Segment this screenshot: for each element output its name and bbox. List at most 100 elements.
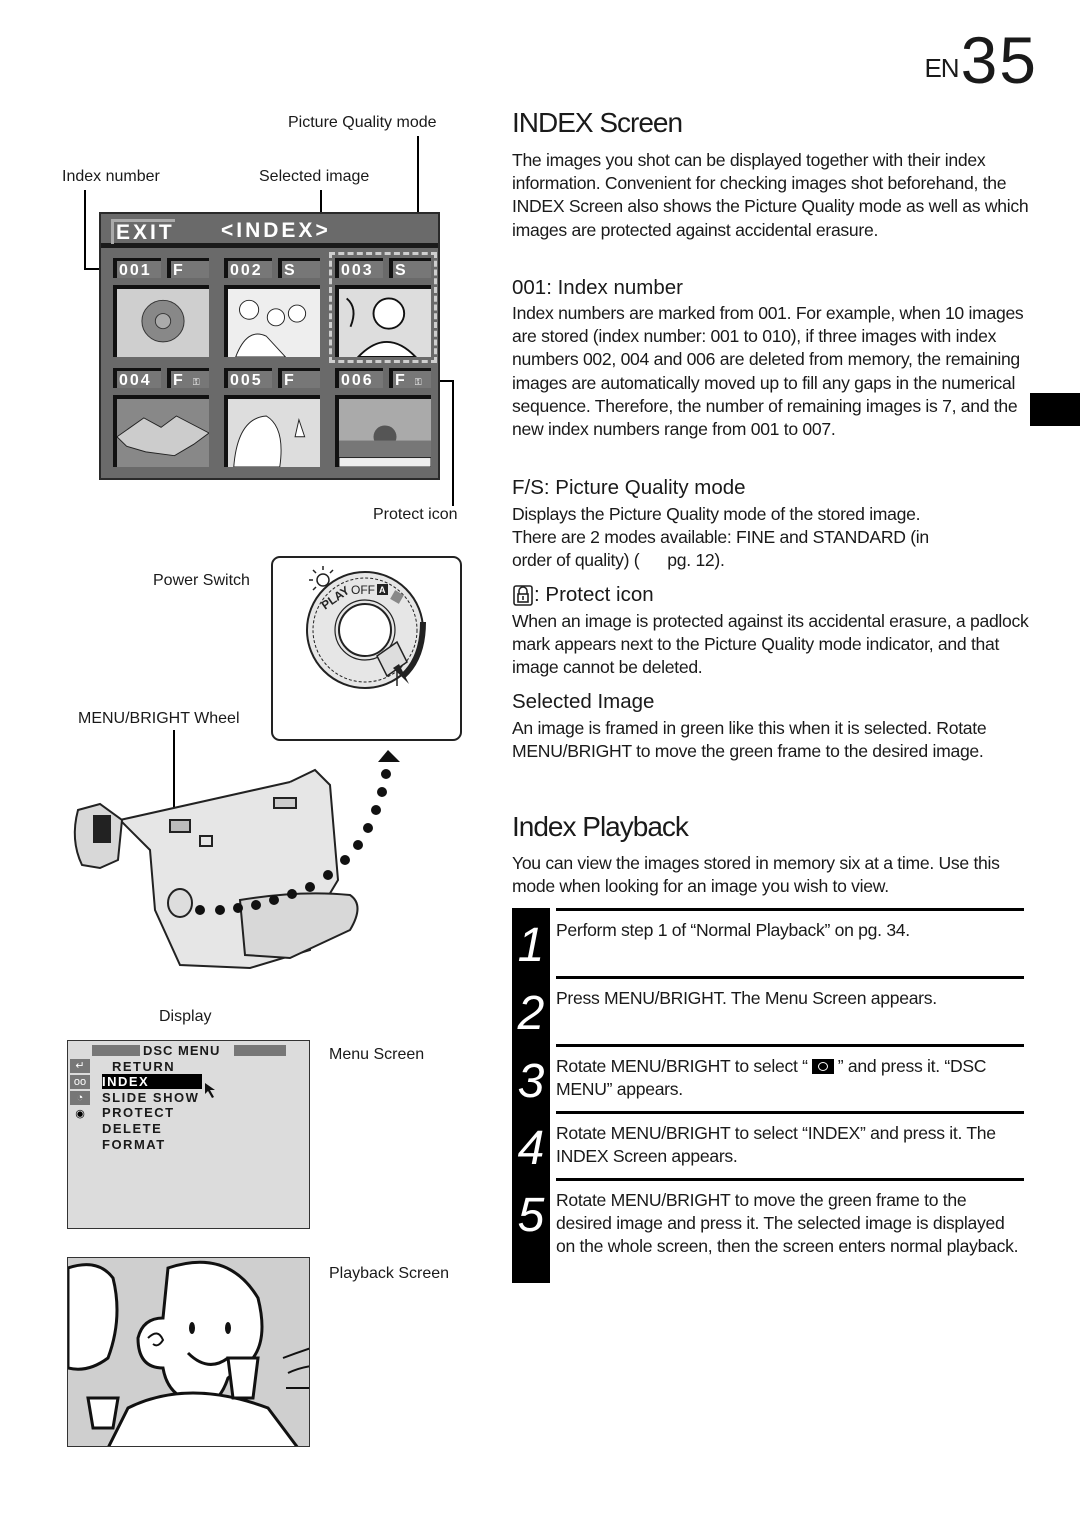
exit-button[interactable]: EXIT — [111, 219, 175, 244]
camera-icon: ◉ — [75, 1108, 85, 1120]
label-protect-icon: Protect icon — [373, 506, 458, 523]
quality-mode-value: F — [284, 372, 296, 389]
power-switch-dial[interactable]: PLAY OFF A — [273, 558, 459, 738]
index-screen-display: EXIT <INDEX> 001 F 002 S 003 S 004 F ⚿ 005 F 006 F ⚿ — [99, 212, 440, 480]
step-number: 3 — [512, 1044, 550, 1111]
selected-image-body: An image is framed in green like this wh… — [512, 718, 987, 762]
step-text: Rotate MENU/BRIGHT to move the green fra… — [556, 1178, 1024, 1283]
label-menu-screen: Menu Screen — [329, 1046, 425, 1063]
chapter-tab — [1030, 393, 1080, 426]
label-picture-quality-mode: Picture Quality mode — [288, 114, 437, 131]
thumbnail-mountains[interactable] — [113, 395, 209, 467]
index-number: 001 — [113, 258, 161, 279]
step-5: 5 Rotate MENU/BRIGHT to move the green f… — [512, 1178, 1024, 1283]
label-menu-bright-wheel: MENU/BRIGHT Wheel — [78, 710, 240, 727]
label-index-number: Index number — [62, 168, 160, 185]
playback-image — [68, 1260, 309, 1446]
padlock-icon — [513, 585, 533, 606]
menu-title-bar: DSC MENU — [68, 1043, 309, 1059]
page-number: EN 35 — [924, 23, 1038, 97]
label-selected-image: Selected image — [259, 168, 370, 185]
index-number: 006 — [335, 368, 383, 389]
page-prefix: EN — [924, 53, 959, 83]
menu-screen-display: DSC MENU ↵ oo ◔ ◉ RETURN INDEX SLIDE SHO… — [67, 1040, 310, 1229]
cursor-arrow-icon — [205, 1083, 215, 1098]
step-3: 3 Rotate MENU/BRIGHT to select “” and pr… — [512, 1044, 1024, 1111]
camcorder-illustration — [73, 750, 400, 970]
index-number: 004 — [113, 368, 161, 389]
step-1: 1 Perform step 1 of “Normal Playback” on… — [512, 908, 1024, 976]
selected-image-heading: Selected Image — [512, 690, 655, 713]
page-number-value: 35 — [960, 23, 1038, 97]
camera-icon — [811, 1059, 834, 1074]
quality-mode-line-3-prefix: order of quality) ( — [512, 550, 640, 571]
step-text: Perform step 1 of “Normal Playback” on p… — [556, 908, 1024, 976]
clock-icon: ◔ — [70, 1091, 90, 1105]
quality-mode-line-2: There are 2 modes available: FINE and ST… — [512, 527, 929, 548]
index-number: 002 — [224, 258, 272, 279]
menu-item-return[interactable]: RETURN — [112, 1059, 175, 1074]
power-switch-closeup: PLAY OFF A — [271, 556, 462, 741]
index-screen-title: <INDEX> — [221, 219, 331, 242]
padlock-icon: ⚿ — [414, 377, 422, 387]
quality-mode-indicator: S — [278, 258, 320, 279]
svg-text:A: A — [379, 585, 386, 595]
index-number: 005 — [224, 368, 272, 389]
index-screen-header: EXIT <INDEX> — [101, 214, 438, 248]
svg-text:OFF: OFF — [351, 583, 375, 597]
quality-mode-indicator: F — [278, 368, 320, 389]
leader-line-index-number — [84, 190, 86, 270]
label-playback-screen: Playback Screen — [329, 1265, 450, 1282]
quality-mode-heading: F/S: Picture Quality mode — [512, 476, 746, 499]
index-playback-intro: You can view the images stored in memory… — [512, 853, 1000, 897]
thumbnail-sunset[interactable] — [335, 395, 431, 467]
index-screen-heading: INDEX Screen — [512, 107, 683, 138]
padlock-icon: ⚿ — [192, 377, 200, 387]
thumbnail-party[interactable] — [224, 285, 320, 357]
quality-mode-indicator: F ⚿ — [167, 368, 209, 389]
quality-mode-value: S — [284, 262, 297, 279]
quality-mode-indicator: F ⚿ — [389, 368, 431, 389]
step-text: Rotate MENU/BRIGHT to select “INDEX” and… — [556, 1111, 1024, 1178]
step-4: 4 Rotate MENU/BRIGHT to select “INDEX” a… — [512, 1111, 1024, 1178]
index-number-heading: 001: Index number — [512, 276, 683, 299]
quality-mode-line-3: order of quality) ( pg. 12). — [512, 549, 1032, 572]
menu-item-format[interactable]: FORMAT — [102, 1137, 166, 1152]
step-text: Rotate MENU/BRIGHT to select “” and pres… — [556, 1044, 1024, 1111]
menu-item-index[interactable]: INDEX — [102, 1074, 202, 1089]
menu-item-protect[interactable]: PROTECT — [102, 1105, 175, 1120]
quality-mode-value: F — [173, 372, 185, 389]
step-number: 2 — [512, 976, 550, 1044]
protect-icon-body: When an image is protected against its a… — [512, 611, 1029, 678]
menu-item-delete[interactable]: DELETE — [102, 1121, 162, 1136]
thumbnail-flower[interactable] — [113, 285, 209, 357]
playback-screen-display — [67, 1257, 310, 1447]
quality-mode-indicator: F — [167, 258, 209, 279]
quality-mode-line-1: Displays the Picture Quality mode of the… — [512, 504, 921, 524]
step-number: 5 — [512, 1178, 550, 1283]
index-playback-heading: Index Playback — [512, 811, 689, 842]
selected-image-frame — [329, 252, 437, 363]
step-2: 2 Press MENU/BRIGHT. The Menu Screen app… — [512, 976, 1024, 1044]
menu-title: DSC MENU — [143, 1043, 221, 1058]
label-display: Display — [159, 1008, 212, 1025]
menu-item-slide-show[interactable]: SLIDE SHOW — [102, 1090, 199, 1105]
quality-mode-body: Displays the Picture Quality mode of the… — [512, 503, 1032, 573]
quality-mode-value: F — [395, 372, 407, 389]
menu-side-icons: ↵ oo ◔ ◉ — [70, 1059, 90, 1123]
tape-icon: oo — [70, 1075, 90, 1089]
up-arrow-icon — [378, 750, 400, 762]
protect-icon-heading: : Protect icon — [512, 582, 1032, 608]
return-icon: ↵ — [70, 1059, 90, 1073]
step-text: Press MENU/BRIGHT. The Menu Screen appea… — [556, 976, 1024, 1044]
thumbnail-woman-sailboat[interactable] — [224, 395, 320, 467]
protect-icon-heading-text: : Protect icon — [534, 583, 654, 606]
step-3-text-before: Rotate MENU/BRIGHT to select “ — [556, 1056, 808, 1076]
index-screen-intro: The images you shot can be displayed tog… — [512, 150, 1029, 240]
leader-line-protect-icon — [452, 380, 454, 506]
index-number-body: Index numbers are marked from 001. For e… — [512, 303, 1024, 440]
quality-mode-line-3-suffix: pg. 12). — [667, 550, 725, 571]
step-number: 4 — [512, 1111, 550, 1178]
steps-list: 1 Perform step 1 of “Normal Playback” on… — [512, 908, 1024, 1283]
quality-mode-value: F — [173, 262, 185, 279]
